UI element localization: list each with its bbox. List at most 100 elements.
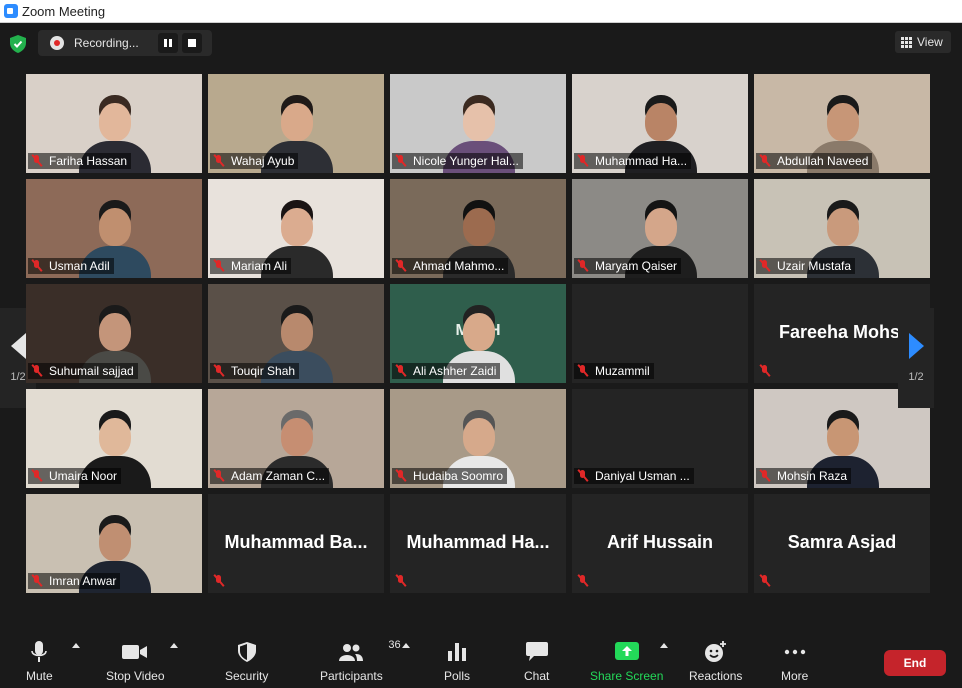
participant-nameplate: [210, 573, 235, 589]
muted-microphone-icon: [395, 155, 407, 167]
participant-tile[interactable]: Adam Zaman C...: [208, 389, 384, 488]
stop-video-label: Stop Video: [106, 669, 165, 683]
stop-video-button[interactable]: Stop Video: [106, 641, 165, 683]
chat-button[interactable]: Chat: [524, 641, 549, 683]
participant-name: Ali Ashher Zaidi: [413, 364, 497, 378]
muted-microphone-icon: [577, 260, 589, 272]
muted-microphone-icon: [31, 470, 43, 482]
participant-tile[interactable]: Touqir Shah: [208, 284, 384, 383]
participant-tile[interactable]: Nicole Yunger Hal...: [390, 74, 566, 173]
polls-button[interactable]: Polls: [444, 641, 470, 683]
participant-nameplate: Muhammad Ha...: [574, 153, 692, 169]
muted-microphone-icon: [395, 470, 407, 482]
participant-tile[interactable]: Arif Hussain: [572, 494, 748, 593]
reactions-button[interactable]: Reactions: [689, 641, 742, 683]
audio-options-caret-icon[interactable]: [72, 643, 80, 648]
arrow-right-icon: [908, 333, 924, 359]
participant-name: Mohsin Raza: [777, 469, 848, 483]
participant-name: Ahmad Mahmo...: [413, 259, 505, 273]
end-meeting-button[interactable]: End: [884, 650, 946, 676]
participant-nameplate: [392, 573, 417, 589]
polls-icon: [448, 641, 466, 663]
participant-tile[interactable]: Uzair Mustafa: [754, 179, 930, 278]
window-titlebar: Zoom Meeting: [0, 0, 962, 23]
participant-tile[interactable]: Suhumail sajjad: [26, 284, 202, 383]
security-button[interactable]: Security: [225, 641, 268, 683]
muted-microphone-icon: [213, 365, 225, 377]
participant-tile[interactable]: Usman Adil: [26, 179, 202, 278]
participant-name: Abdullah Naveed: [777, 154, 869, 168]
participant-tile[interactable]: Mariam Ali: [208, 179, 384, 278]
participant-name: Muzammil: [595, 364, 650, 378]
participant-tile[interactable]: Fariha Hassan: [26, 74, 202, 173]
participant-nameplate: Muzammil: [574, 363, 654, 379]
participant-name: Adam Zaman C...: [231, 469, 326, 483]
participants-icon: 36: [338, 639, 401, 663]
participant-tile[interactable]: Ahmad Mahmo...: [390, 179, 566, 278]
reactions-icon: [704, 641, 728, 663]
participant-nameplate: Fariha Hassan: [28, 153, 132, 169]
participant-nameplate: [574, 573, 599, 589]
participants-label: Participants: [320, 669, 383, 683]
share-options-caret-icon[interactable]: [660, 643, 668, 648]
participant-tile[interactable]: Daniyal Usman ...: [572, 389, 748, 488]
participant-tile[interactable]: Imran Anwar: [26, 494, 202, 593]
muted-microphone-icon: [31, 260, 43, 272]
participant-tile[interactable]: Abdullah Naveed: [754, 74, 930, 173]
chat-icon: [525, 641, 548, 663]
video-options-caret-icon[interactable]: [170, 643, 178, 648]
share-screen-button[interactable]: Share Screen: [590, 641, 663, 683]
next-page-button[interactable]: 1/2: [898, 308, 934, 408]
muted-microphone-icon: [577, 575, 589, 587]
participant-nameplate: Mariam Ali: [210, 258, 292, 274]
muted-microphone-icon: [213, 260, 225, 272]
participants-count: 36: [388, 639, 401, 651]
view-button[interactable]: View: [895, 31, 951, 53]
participant-tile[interactable]: Maryam Qaiser: [572, 179, 748, 278]
participant-name: Hudaiba Soomro: [413, 469, 504, 483]
pause-recording-button[interactable]: [158, 33, 178, 53]
participant-tile[interactable]: Muhammad Ha...: [390, 494, 566, 593]
participant-name: Uzair Mustafa: [777, 259, 852, 273]
participant-nameplate: Uzair Mustafa: [756, 258, 856, 274]
participant-name: Wahaj Ayub: [231, 154, 295, 168]
participant-nameplate: Imran Anwar: [28, 573, 121, 589]
participant-tile[interactable]: MATHAli Ashher Zaidi: [390, 284, 566, 383]
participant-tile[interactable]: Muhammad Ba...: [208, 494, 384, 593]
reactions-label: Reactions: [689, 669, 743, 683]
meeting-toolbar: Mute Stop Video Security 36 Participants…: [0, 631, 962, 688]
muted-microphone-icon: [31, 155, 43, 167]
participant-name: Maryam Qaiser: [595, 259, 678, 273]
share-screen-icon: [614, 641, 639, 663]
participant-nameplate: Usman Adil: [28, 258, 114, 274]
muted-microphone-icon: [577, 470, 589, 482]
microphone-icon: [31, 641, 48, 663]
participant-tile[interactable]: Muzammil: [572, 284, 748, 383]
participant-name: Fariha Hassan: [49, 154, 128, 168]
stop-recording-button[interactable]: [182, 33, 202, 53]
participant-tile[interactable]: Hudaiba Soomro: [390, 389, 566, 488]
muted-microphone-icon: [759, 260, 771, 272]
muted-microphone-icon: [395, 365, 407, 377]
muted-microphone-icon: [31, 365, 43, 377]
view-label: View: [917, 35, 943, 49]
gallery-grid: Fariha Hassan Wahaj Ayub Nicole Yunger Hal…: [26, 74, 930, 593]
more-button[interactable]: More: [781, 641, 808, 683]
participant-tile[interactable]: Wahaj Ayub: [208, 74, 384, 173]
participant-nameplate: Nicole Yunger Hal...: [392, 153, 523, 169]
muted-microphone-icon: [759, 155, 771, 167]
participant-tile[interactable]: Muhammad Ha...: [572, 74, 748, 173]
mute-button[interactable]: Mute: [26, 641, 53, 683]
security-shield-icon[interactable]: [10, 35, 26, 53]
window-title: Zoom Meeting: [22, 3, 106, 19]
participant-name: Muhammad Ha...: [595, 154, 688, 168]
participant-display-name: Arif Hussain: [606, 532, 714, 552]
chat-label: Chat: [524, 669, 550, 683]
participant-name: Usman Adil: [49, 259, 110, 273]
participants-options-caret-icon[interactable]: [402, 643, 410, 648]
participant-nameplate: Abdullah Naveed: [756, 153, 873, 169]
participants-button[interactable]: 36 Participants: [320, 639, 401, 683]
participant-tile[interactable]: Samra Asjad: [754, 494, 930, 593]
participant-tile[interactable]: Umaira Noor: [26, 389, 202, 488]
muted-microphone-icon: [395, 575, 407, 587]
